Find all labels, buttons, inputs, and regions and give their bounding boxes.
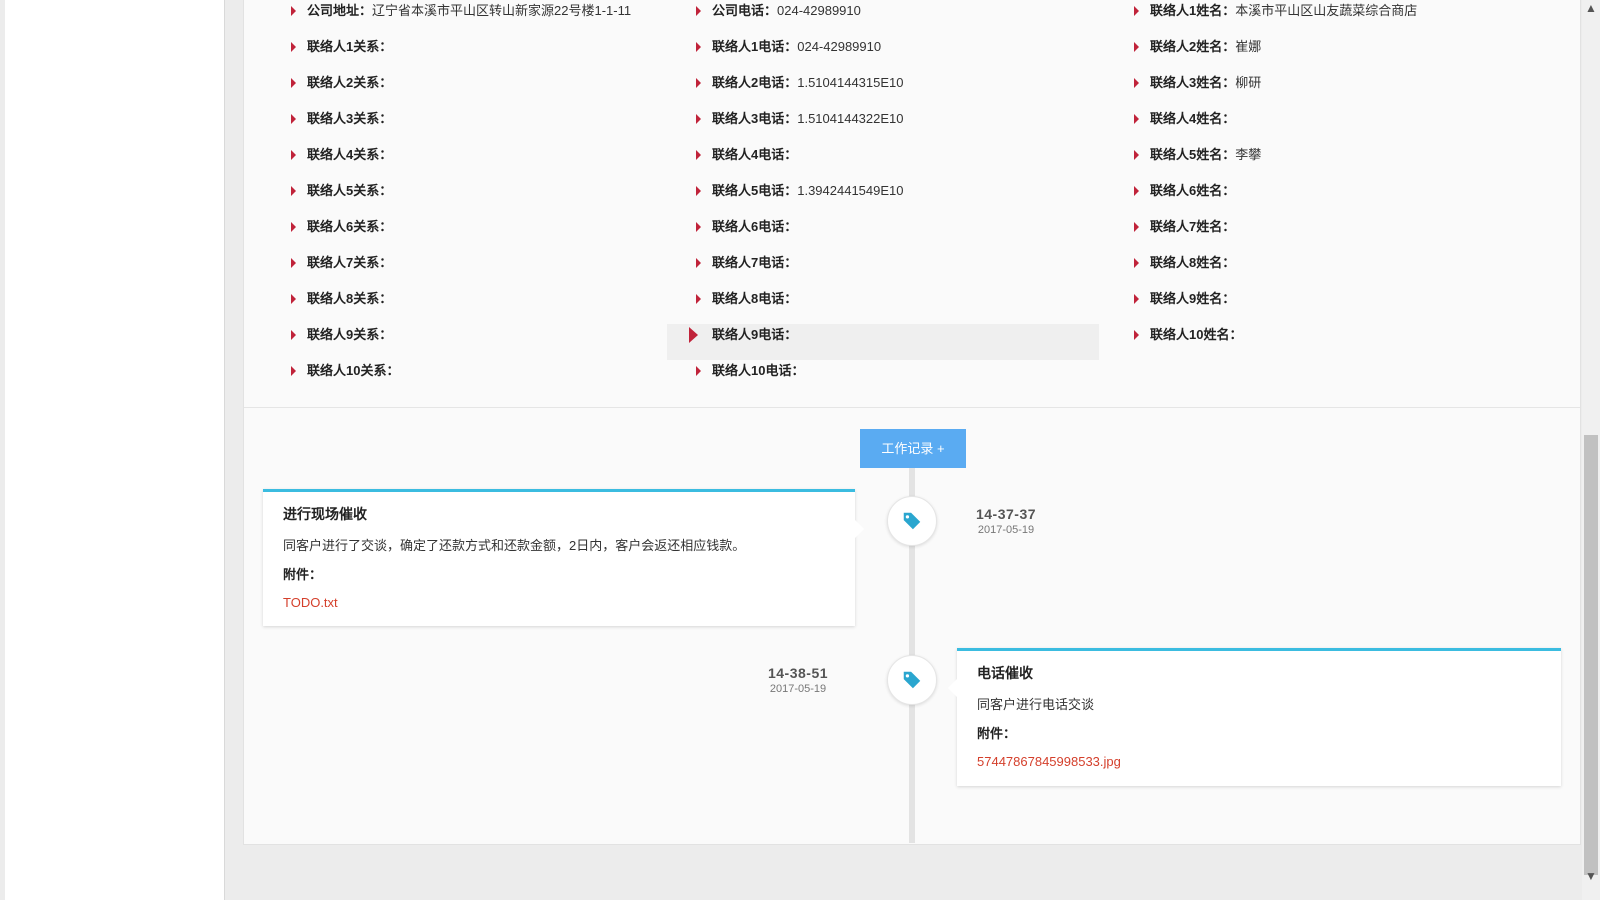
- caret-right-icon: [291, 294, 296, 304]
- timeline-card-body: 同客户进行电话交谈: [977, 697, 1095, 712]
- info-row-contact9-name: 联络人9姓名：: [1132, 288, 1564, 324]
- info-row-contact9-phone[interactable]: 联络人9电话：: [667, 324, 1099, 360]
- caret-right-icon: [1134, 330, 1139, 340]
- caret-right-icon: [696, 222, 701, 232]
- caret-right-icon: [696, 186, 701, 196]
- timeline-card-title: 电话催收: [977, 665, 1033, 681]
- caret-right-icon: [1134, 6, 1139, 16]
- caret-right-icon: [291, 114, 296, 124]
- attachment-link[interactable]: 57447867845998533.jpg: [977, 754, 1121, 769]
- info-row-contact1-name: 联络人1姓名：本溪市平山区山友蔬菜综合商店: [1132, 0, 1564, 36]
- info-row-contact10-phone: 联络人10电话：: [694, 360, 1126, 396]
- caret-right-icon: [291, 186, 296, 196]
- caret-right-icon: [291, 366, 296, 376]
- timeline-card-title: 进行现场催收: [283, 506, 367, 522]
- info-row-contact5-relation: 联络人5关系：: [289, 180, 721, 216]
- info-row-company-address: 公司地址：辽宁省本溪市平山区转山新家源22号楼1-1-11: [289, 0, 721, 36]
- info-row-contact4-phone: 联络人4电话：: [694, 144, 1126, 180]
- caret-right-icon: [291, 42, 296, 52]
- info-row-contact4-relation: 联络人4关系：: [289, 144, 721, 180]
- caret-right-icon: [1134, 42, 1139, 52]
- info-row-contact7-relation: 联络人7关系：: [289, 252, 721, 288]
- info-row-contact2-relation: 联络人2关系：: [289, 72, 721, 108]
- caret-right-icon: [696, 150, 701, 160]
- info-row-company-phone: 公司电话：024-42989910: [694, 0, 1126, 36]
- caret-right-icon: [1134, 186, 1139, 196]
- caret-right-icon: [696, 258, 701, 268]
- info-row-contact3-relation: 联络人3关系：: [289, 108, 721, 144]
- timeline-timestamp: 14-38-51 2017-05-19: [767, 665, 829, 695]
- info-row-contact9-relation: 联络人9关系：: [289, 324, 721, 360]
- caret-right-icon: [291, 258, 296, 268]
- tag-icon: [887, 496, 937, 546]
- left-sidebar: [5, 0, 225, 900]
- contact-info-grid: 公司地址：辽宁省本溪市平山区转山新家源22号楼1-1-11 联络人1关系： 联络…: [244, 0, 1580, 408]
- add-work-record-button[interactable]: 工作记录 +: [860, 429, 966, 468]
- info-row-contact10-relation: 联络人10关系：: [289, 360, 721, 396]
- caret-right-icon: [1134, 258, 1139, 268]
- info-row-contact8-phone: 联络人8电话：: [694, 288, 1126, 324]
- caret-right-icon: [1134, 294, 1139, 304]
- info-row-contact8-relation: 联络人8关系：: [289, 288, 721, 324]
- caret-right-icon: [291, 78, 296, 88]
- caret-right-icon: [696, 6, 701, 16]
- timeline-timestamp: 14-37-37 2017-05-19: [975, 506, 1037, 536]
- caret-right-icon: [1134, 222, 1139, 232]
- attachment-link[interactable]: TODO.txt: [283, 595, 338, 610]
- caret-right-icon: [1134, 150, 1139, 160]
- info-row-contact3-phone: 联络人3电话：1.5104144322E10: [694, 108, 1126, 144]
- info-row-contact7-name: 联络人7姓名：: [1132, 216, 1564, 252]
- info-row-contact1-relation: 联络人1关系：: [289, 36, 721, 72]
- caret-right-icon: [291, 6, 296, 16]
- info-row-contact8-name: 联络人8姓名：: [1132, 252, 1564, 288]
- caret-right-icon: [291, 330, 296, 340]
- timeline-card: 进行现场催收 同客户进行了交谈，确定了还款方式和还款金额，2日内，客户会返还相应…: [263, 489, 864, 626]
- scroll-thumb[interactable]: [1584, 435, 1598, 875]
- info-column-names: 联络人1姓名：本溪市平山区山友蔬菜综合商店 联络人2姓名：崔娜 联络人3姓名：柳…: [1132, 0, 1564, 360]
- caret-right-icon: [696, 294, 701, 304]
- caret-right-icon: [696, 42, 701, 52]
- info-row-contact3-name: 联络人3姓名：柳研: [1132, 72, 1564, 108]
- attachment-label: 附件：: [977, 726, 1017, 741]
- vertical-scrollbar[interactable]: ▲ ▼: [1582, 0, 1600, 900]
- info-row-contact4-name: 联络人4姓名：: [1132, 108, 1564, 144]
- info-column-relations: 公司地址：辽宁省本溪市平山区转山新家源22号楼1-1-11 联络人1关系： 联络…: [289, 0, 721, 396]
- info-row-contact2-name: 联络人2姓名：崔娜: [1132, 36, 1564, 72]
- info-row-contact10-name: 联络人10姓名：: [1132, 324, 1564, 360]
- info-row-contact6-relation: 联络人6关系：: [289, 216, 721, 252]
- timeline-card-body: 同客户进行了交谈，确定了还款方式和还款金额，2日内，客户会返还相应钱款。: [283, 538, 746, 553]
- info-column-phones: 公司电话：024-42989910 联络人1电话：024-42989910 联络…: [667, 0, 1126, 396]
- scroll-up-icon[interactable]: ▲: [1582, 0, 1600, 17]
- info-row-contact5-name: 联络人5姓名：李攀: [1132, 144, 1564, 180]
- scroll-down-icon[interactable]: ▼: [1582, 868, 1600, 885]
- caret-right-icon: [696, 366, 701, 376]
- info-row-contact1-phone: 联络人1电话：024-42989910: [694, 36, 1126, 72]
- caret-right-icon: [696, 78, 701, 88]
- caret-right-icon: [291, 150, 296, 160]
- caret-right-icon: [1134, 114, 1139, 124]
- info-row-contact2-phone: 联络人2电话：1.5104144315E10: [694, 72, 1126, 108]
- caret-right-icon: [1134, 78, 1139, 88]
- caret-right-icon: [689, 327, 698, 343]
- info-row-contact7-phone: 联络人7电话：: [694, 252, 1126, 288]
- attachment-label: 附件：: [283, 567, 323, 582]
- info-row-contact6-name: 联络人6姓名：: [1132, 180, 1564, 216]
- info-row-contact5-phone: 联络人5电话：1.3942441549E10: [694, 180, 1126, 216]
- caret-right-icon: [291, 222, 296, 232]
- main-panel: 公司地址：辽宁省本溪市平山区转山新家源22号楼1-1-11 联络人1关系： 联络…: [243, 0, 1581, 845]
- timeline-card: 电话催收 同客户进行电话交谈 附件： 57447867845998533.jpg: [948, 648, 1561, 786]
- caret-right-icon: [696, 114, 701, 124]
- tag-icon: [887, 655, 937, 705]
- info-row-contact6-phone: 联络人6电话：: [694, 216, 1126, 252]
